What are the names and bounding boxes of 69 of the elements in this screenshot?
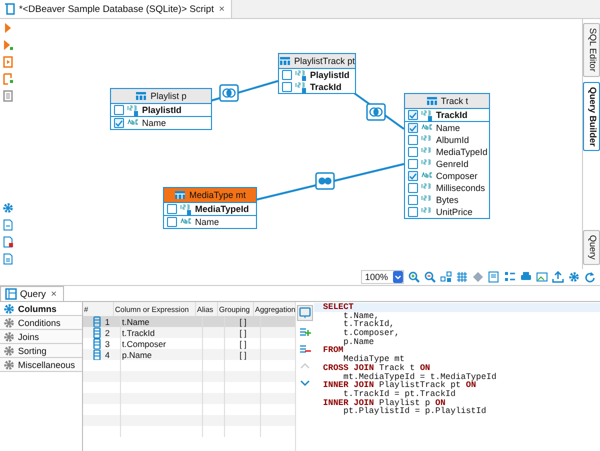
row-number: 4 xyxy=(105,350,110,360)
sql-line: MediaType mt xyxy=(343,355,406,364)
table-card[interactable]: Track t TrackId Name AlbumId MediaTypeId GenreId Composer Milliseconds Bytes UnitPrice xyxy=(404,93,490,219)
table-header[interactable]: MediaType mt xyxy=(164,188,256,203)
row-number: 2 xyxy=(105,328,110,338)
table-row[interactable]: 1 t.Name [ ] xyxy=(83,316,295,327)
editor-tab[interactable]: *<DBeaver Sample Database (SQLite)> Script × xyxy=(0,0,232,18)
key-column-name: TrackId xyxy=(310,82,342,92)
key-column-name: TrackId xyxy=(436,110,468,120)
sql-line: pt.PlaylistId = p.PlaylistId xyxy=(342,407,488,416)
table-card[interactable]: MediaType mt MediaTypeId Name xyxy=(163,187,257,229)
section-tab[interactable]: Miscellaneous xyxy=(0,358,82,372)
table-row[interactable]: 4 p.Name [ ] xyxy=(83,349,295,360)
column-name: AlbumId xyxy=(436,135,470,145)
sql-line: CROSS JOIN Track t ON xyxy=(322,364,430,372)
grouping-value: [ ] xyxy=(239,338,247,348)
column-name: Bytes xyxy=(436,195,459,205)
table-card[interactable]: Playlist p PlaylistId Name xyxy=(110,88,212,130)
column-name: Name xyxy=(195,217,220,227)
section-tab[interactable]: Conditions xyxy=(0,316,82,330)
column-expression: p.Name xyxy=(122,350,152,360)
sql-line: t.Composer, xyxy=(342,329,401,338)
side-tab[interactable]: Query Builder xyxy=(583,82,600,152)
row-number: 1 xyxy=(105,316,110,326)
column-name: Name xyxy=(142,118,166,128)
column-expression: t.Name xyxy=(122,316,150,326)
side-tab[interactable]: SQL Editor xyxy=(583,23,600,77)
sql-line: p.Name xyxy=(343,338,374,346)
zoom-dropdown[interactable]: 100% xyxy=(361,270,404,284)
close-button[interactable]: × xyxy=(216,4,227,14)
query-tab[interactable]: Query × xyxy=(0,286,64,301)
sql-line: FROM xyxy=(322,346,344,356)
column-expression: t.Composer xyxy=(122,338,166,348)
editor-tab-title: *<DBeaver Sample Database (SQLite)> Script xyxy=(19,4,214,14)
sql-line: t.TrackId = pt.TrackId xyxy=(342,390,456,399)
table-row[interactable]: 2 t.TrackId [ ] xyxy=(83,327,295,338)
column-name: UnitPrice xyxy=(436,207,473,217)
section-tab[interactable]: Sorting xyxy=(0,344,82,358)
column-name: Milliseconds xyxy=(436,183,486,193)
key-column-name: MediaTypeId xyxy=(195,204,249,214)
table-title: Playlist p xyxy=(150,91,186,101)
column-name: GenreId xyxy=(436,159,469,169)
row-number: 3 xyxy=(105,338,110,348)
section-tab[interactable]: Columns xyxy=(0,302,82,316)
section-tab[interactable]: Joins xyxy=(0,330,82,344)
sql-line: t.Name, xyxy=(342,312,380,320)
table-header[interactable]: Track t xyxy=(405,94,489,109)
key-column-name: PlaylistId xyxy=(310,70,350,80)
table-title: PlaylistTrack pt xyxy=(294,56,355,66)
close-button[interactable]: × xyxy=(48,288,59,300)
column-name: Name xyxy=(436,123,460,133)
side-tab[interactable]: Query xyxy=(583,230,600,265)
sql-line: INNER JOIN PlaylistTrack pt ON xyxy=(322,381,476,390)
grouping-value: [ ] xyxy=(239,350,247,360)
key-column-name: PlaylistId xyxy=(142,105,182,115)
table-header[interactable]: Playlist p xyxy=(111,89,211,104)
column-name: MediaTypeId xyxy=(436,147,488,157)
column-name: Composer xyxy=(436,171,478,181)
grouping-value: [ ] xyxy=(239,316,247,326)
table-card[interactable]: PlaylistTrack pt PlaylistId TrackId xyxy=(278,53,356,94)
table-header[interactable]: PlaylistTrack pt xyxy=(279,54,355,69)
table-title: MediaType mt xyxy=(189,190,246,200)
query-tab-label: Query xyxy=(20,288,46,300)
sql-line: INNER JOIN Playlist p ON xyxy=(322,398,446,408)
sql-line: t.TrackId, xyxy=(342,320,394,330)
column-expression: t.TrackId xyxy=(122,328,155,338)
table-title: Track t xyxy=(440,96,468,106)
sql-line: mt.MediaTypeId = t.MediaTypeId xyxy=(343,372,498,382)
grouping-value: [ ] xyxy=(239,328,247,338)
